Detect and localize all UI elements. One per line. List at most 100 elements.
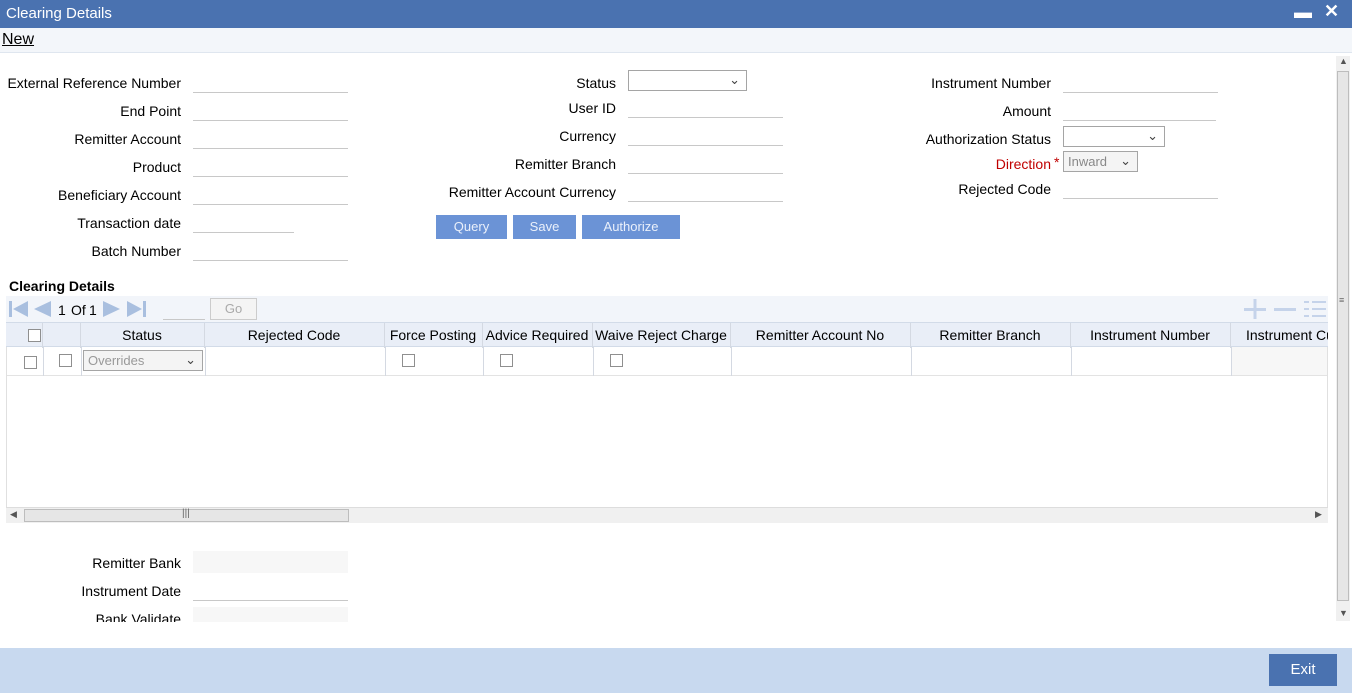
end-point-input[interactable] — [193, 99, 348, 121]
first-page-icon[interactable] — [8, 300, 30, 318]
product-label: Product — [132, 159, 181, 175]
col-instrument-number[interactable]: Instrument Number — [1070, 327, 1230, 343]
row-status-value: Overrides — [88, 353, 145, 368]
amount-label: Amount — [1002, 103, 1051, 119]
grid-header: Status Rejected Code Force Posting Advic… — [6, 322, 1328, 348]
save-button[interactable]: Save — [513, 215, 576, 239]
menu-bar: New — [0, 28, 1352, 53]
vertical-scroll-thumb[interactable]: ≡ — [1337, 71, 1349, 601]
query-button[interactable]: Query — [436, 215, 507, 239]
add-row-icon — [1244, 299, 1266, 319]
horizontal-scroll-thumb[interactable]: ||| — [24, 508, 349, 522]
instrument-number-label: Instrument Number — [931, 75, 1051, 91]
row-status-select[interactable]: Overrides ⌄ — [83, 350, 203, 371]
instrument-number-input[interactable] — [1063, 71, 1218, 93]
scroll-left-icon[interactable]: ◀ — [10, 509, 17, 520]
instrument-currency-cell[interactable] — [1232, 347, 1327, 375]
scroll-right-icon[interactable]: ▶ — [1315, 509, 1322, 520]
grid-actions — [1244, 299, 1326, 319]
transaction-date-label: Transaction date — [77, 215, 181, 231]
chevron-down-icon: ⌄ — [1147, 128, 1158, 143]
scroll-up-icon[interactable]: ▲ — [1339, 56, 1348, 66]
col-status[interactable]: Status — [80, 327, 204, 343]
title-bar: Clearing Details ▬ ✕ — [0, 0, 1352, 28]
external-reference-number-label: External Reference Number — [7, 75, 181, 91]
vertical-scrollbar[interactable]: ▲ ≡ ▼ — [1336, 56, 1350, 621]
user-id-label: User ID — [568, 100, 616, 116]
delete-row-icon — [1274, 308, 1296, 311]
required-marker: * — [1054, 154, 1060, 170]
beneficiary-account-input[interactable] — [193, 183, 348, 205]
instrument-date-input[interactable] — [193, 579, 348, 601]
authorize-button[interactable]: Authorize — [582, 215, 680, 239]
chevron-down-icon: ⌄ — [1120, 153, 1131, 168]
last-page-icon[interactable] — [126, 300, 148, 318]
external-reference-number-input[interactable] — [193, 71, 348, 93]
authorization-status-select[interactable]: ⌄ — [1063, 126, 1165, 147]
window-title: Clearing Details — [6, 5, 112, 22]
transaction-date-input[interactable] — [193, 211, 294, 233]
batch-number-label: Batch Number — [91, 243, 181, 259]
next-page-icon[interactable] — [102, 300, 122, 318]
single-view-icon — [1304, 301, 1326, 317]
minimize-icon[interactable]: ▬ — [1294, 2, 1312, 23]
remitter-account-currency-input[interactable] — [628, 180, 783, 202]
col-waive-reject-charge[interactable]: Waive Reject Charge — [592, 327, 730, 343]
authorization-status-label: Authorization Status — [925, 131, 1051, 147]
direction-select[interactable]: Inward ⌄ — [1063, 151, 1138, 172]
col-remitter-account-no[interactable]: Remitter Account No — [730, 327, 910, 343]
close-icon[interactable]: ✕ — [1324, 1, 1339, 22]
status-label: Status — [576, 75, 616, 91]
new-link[interactable]: New — [2, 31, 34, 49]
grip-icon: ≡ — [1339, 295, 1345, 305]
status-select[interactable]: ⌄ — [628, 70, 747, 91]
exit-button[interactable]: Exit — [1269, 654, 1337, 686]
row-flag-checkbox[interactable] — [59, 354, 72, 367]
beneficiary-account-label: Beneficiary Account — [58, 187, 181, 203]
select-all-checkbox[interactable] — [28, 329, 41, 342]
rejected-code-input[interactable] — [1063, 177, 1218, 199]
col-advice-required[interactable]: Advice Required — [482, 327, 592, 343]
chevron-down-icon: ⌄ — [729, 72, 740, 87]
col-remitter-branch[interactable]: Remitter Branch — [910, 327, 1070, 343]
page-current: 1 — [58, 302, 66, 318]
user-id-input[interactable] — [628, 96, 783, 118]
clearing-details-section-title: Clearing Details — [9, 278, 115, 294]
direction-value: Inward — [1068, 154, 1108, 169]
page-number-input[interactable] — [163, 298, 205, 320]
remitter-bank-label: Remitter Bank — [92, 555, 181, 571]
horizontal-scrollbar[interactable]: ◀ ||| ▶ — [6, 507, 1328, 523]
currency-label: Currency — [559, 128, 616, 144]
batch-number-input[interactable] — [193, 239, 348, 261]
previous-page-icon[interactable] — [32, 300, 52, 318]
instrument-date-label: Instrument Date — [81, 583, 181, 599]
col-force-posting[interactable]: Force Posting — [384, 327, 482, 343]
remitter-bank-field — [193, 551, 348, 573]
rejected-code-label: Rejected Code — [958, 181, 1051, 197]
waive-reject-charge-checkbox[interactable] — [610, 354, 623, 367]
direction-label: Direction — [995, 156, 1051, 172]
amount-input[interactable] — [1063, 99, 1216, 121]
advice-required-checkbox[interactable] — [500, 354, 513, 367]
remitter-branch-label: Remitter Branch — [514, 156, 616, 172]
remitter-branch-input[interactable] — [628, 152, 783, 174]
currency-input[interactable] — [628, 124, 783, 146]
footer-bar — [0, 648, 1352, 693]
remitter-account-label: Remitter Account — [74, 131, 181, 147]
page-total: 1 — [89, 302, 97, 318]
grip-icon: ||| — [182, 508, 190, 519]
bank-validate-field — [193, 607, 348, 622]
chevron-down-icon: ⌄ — [185, 352, 196, 367]
product-input[interactable] — [193, 155, 348, 177]
page-of: Of — [71, 302, 86, 318]
remitter-account-currency-label: Remitter Account Currency — [448, 184, 616, 200]
col-instrument-currency[interactable]: Instrument Cu — [1246, 327, 1328, 343]
go-button[interactable]: Go — [210, 298, 257, 320]
force-posting-checkbox[interactable] — [402, 354, 415, 367]
grid-toolbar: 1 Of 1 Go — [6, 296, 1328, 322]
remitter-account-input[interactable] — [193, 127, 348, 149]
scroll-down-icon[interactable]: ▼ — [1339, 608, 1348, 618]
col-rejected-code[interactable]: Rejected Code — [204, 327, 384, 343]
row-select-checkbox[interactable] — [24, 356, 37, 369]
table-row[interactable]: Overrides ⌄ — [7, 347, 1327, 376]
